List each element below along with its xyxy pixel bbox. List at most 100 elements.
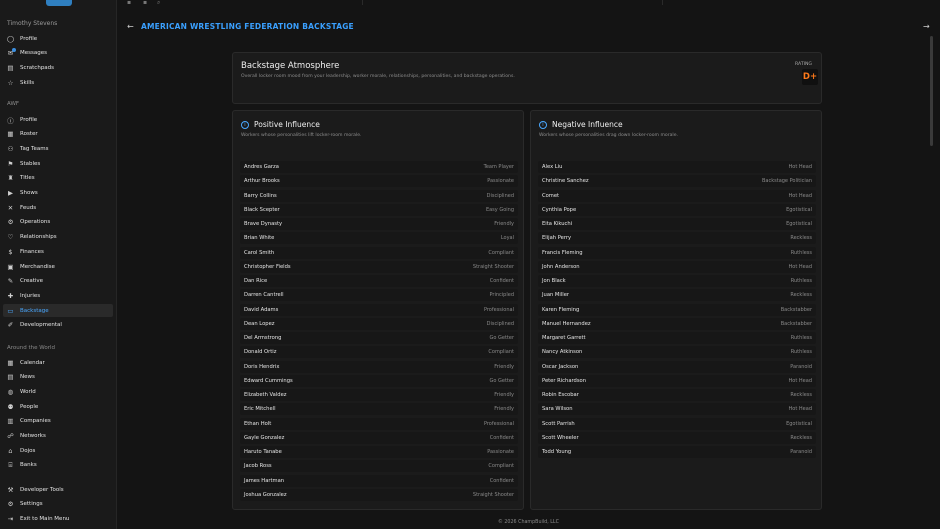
worker-name[interactable]: Eric Mitchell [244, 406, 276, 412]
worker-name[interactable]: Brian White [244, 235, 274, 241]
worker-name[interactable]: Robin Escobar [542, 392, 579, 398]
sidebar-item-scratchpads[interactable]: ▤ Scratchpads [3, 61, 113, 74]
worker-name[interactable]: Jacob Ross [244, 463, 272, 469]
worker-name[interactable]: Oscar Jackson [542, 364, 578, 370]
worker-row[interactable]: Jon Black Ruthless [538, 275, 816, 287]
sidebar-item-world[interactable]: ◍ World [3, 385, 113, 398]
sidebar-item-banks[interactable]: ⌸ Banks [3, 459, 113, 472]
worker-row[interactable]: Brave Dynasty Friendly [240, 218, 518, 230]
worker-name[interactable]: Karen Fleming [542, 307, 579, 313]
worker-name[interactable]: Eita Kikuchi [542, 221, 572, 227]
worker-name[interactable]: Gayle Gonzalez [244, 435, 284, 441]
worker-row[interactable]: Barry Collins Disciplined [240, 189, 518, 202]
worker-row[interactable]: Scott Wheeler Reckless [538, 431, 816, 444]
worker-name[interactable]: Arthur Brooks [244, 178, 280, 184]
worker-name[interactable]: Jon Black [542, 278, 566, 284]
sidebar-item-skills[interactable]: ☆ Skills [3, 76, 113, 89]
worker-row[interactable]: Margaret Garrett Ruthless [538, 332, 816, 344]
worker-name[interactable]: Scott Wheeler [542, 435, 579, 441]
sidebar-item-merchandise[interactable]: ▣ Merchandise [3, 260, 113, 273]
worker-name[interactable]: David Adams [244, 307, 278, 313]
worker-row[interactable]: Robin Escobar Reckless [538, 389, 816, 401]
worker-name[interactable]: Comet [542, 193, 559, 199]
worker-name[interactable]: Christine Sanchez [542, 178, 589, 184]
sidebar-item-shows[interactable]: ▶ Shows [3, 187, 113, 200]
arrow-right-icon[interactable]: → [923, 22, 930, 31]
sidebar-item-backstage[interactable]: ▭ Backstage [3, 304, 113, 318]
worker-name[interactable]: Alex Liu [542, 164, 562, 170]
worker-row[interactable]: Doris Hendrix Friendly [240, 360, 518, 373]
worker-row[interactable]: Dean Lopez Disciplined [240, 317, 518, 330]
sidebar-item-calendar[interactable]: ▦ Calendar [3, 356, 113, 369]
worker-name[interactable]: Ethan Holt [244, 421, 271, 427]
sidebar-item-roster[interactable]: ▦ Roster [3, 128, 113, 141]
worker-name[interactable]: Sara Wilson [542, 406, 573, 412]
worker-name[interactable]: Black Scepter [244, 207, 280, 213]
worker-row[interactable]: Darren Cantrell Principled [240, 289, 518, 302]
worker-row[interactable]: Eric Mitchell Friendly [240, 403, 518, 416]
sidebar-item-profile[interactable]: ◯ Profile [3, 32, 113, 45]
worker-row[interactable]: Black Scepter Easy Going [240, 203, 518, 216]
worker-row[interactable]: Dan Rice Confident [240, 275, 518, 287]
sidebar-item-people[interactable]: ⚉ People [3, 400, 113, 413]
sidebar-item-stables[interactable]: ⚑ Stables [3, 157, 113, 170]
sidebar-item-networks[interactable]: ☍ Networks [3, 430, 113, 443]
worker-name[interactable]: Barry Collins [244, 193, 277, 199]
worker-row[interactable]: Karen Fleming Backstabber [538, 303, 816, 316]
calendar-icon[interactable]: ▪ [143, 0, 147, 6]
worker-row[interactable]: Ethan Holt Professional [240, 417, 518, 430]
worker-name[interactable]: Cynthia Pope [542, 207, 576, 213]
worker-row[interactable]: Elizabeth Valdez Friendly [240, 389, 518, 401]
worker-row[interactable]: Francis Fleming Ruthless [538, 246, 816, 259]
search-icon[interactable]: ⌕ [157, 0, 160, 7]
worker-name[interactable]: Dan Rice [244, 278, 267, 284]
worker-name[interactable]: Todd Young [542, 449, 571, 455]
worker-name[interactable]: Brave Dynasty [244, 221, 282, 227]
worker-row[interactable]: Peter Richardson Hot Head [538, 374, 816, 387]
worker-name[interactable]: Dean Lopez [244, 321, 274, 327]
sidebar-item-profile[interactable]: ⓘ Profile [3, 113, 113, 126]
worker-row[interactable]: Scott Parrish Egotistical [538, 417, 816, 430]
sidebar-item-news[interactable]: ▤ News [3, 371, 113, 384]
worker-name[interactable]: Joshua Gonzalez [244, 492, 287, 498]
worker-name[interactable]: Scott Parrish [542, 421, 575, 427]
worker-row[interactable]: Donald Ortiz Compliant [240, 346, 518, 359]
worker-row[interactable]: Oscar Jackson Paranoid [538, 360, 816, 373]
worker-row[interactable]: Jacob Ross Compliant [240, 460, 518, 473]
worker-name[interactable]: Manuel Hernandez [542, 321, 591, 327]
worker-row[interactable]: Christopher Fields Straight Shooter [240, 260, 518, 273]
worker-row[interactable]: Manuel Hernandez Backstabber [538, 317, 816, 330]
sidebar-item-titles[interactable]: ♜ Titles [3, 172, 113, 185]
arrow-left-icon[interactable]: ← [127, 22, 134, 31]
worker-row[interactable]: James Hartman Confident [240, 474, 518, 487]
sidebar-item-operations[interactable]: ⚙ Operations [3, 216, 113, 229]
worker-name[interactable]: Elijah Perry [542, 235, 571, 241]
sidebar-item-dojos[interactable]: ⌂ Dojos [3, 444, 113, 457]
worker-row[interactable]: Juan Miller Reckless [538, 289, 816, 302]
sidebar-item-companies[interactable]: ▥ Companies [3, 415, 113, 428]
worker-name[interactable]: Edward Cummings [244, 378, 293, 384]
worker-row[interactable]: Joshua Gonzalez Straight Shooter [240, 488, 518, 501]
menu-icon[interactable]: ▪ [127, 0, 131, 6]
worker-name[interactable]: Del Armstrong [244, 335, 281, 341]
worker-row[interactable]: Cynthia Pope Egotistical [538, 203, 816, 216]
scrollbar[interactable] [930, 36, 933, 146]
sidebar-item-exit-to-main-menu[interactable]: ⇥ Exit to Main Menu [3, 512, 113, 525]
worker-name[interactable]: Darren Cantrell [244, 292, 284, 298]
worker-row[interactable]: Del Armstrong Go Getter [240, 332, 518, 344]
sidebar-item-developmental[interactable]: ✐ Developmental [3, 319, 113, 332]
worker-row[interactable]: Andres Garza Team Player [240, 161, 518, 173]
worker-name[interactable]: John Anderson [542, 264, 580, 270]
worker-name[interactable]: Peter Richardson [542, 378, 586, 384]
worker-name[interactable]: James Hartman [244, 478, 284, 484]
worker-row[interactable]: Haruto Tanabe Passionate [240, 446, 518, 458]
sidebar-item-tag-teams[interactable]: ⚇ Tag Teams [3, 142, 113, 155]
sidebar-item-developer-tools[interactable]: ⚒ Developer Tools [3, 483, 113, 496]
worker-row[interactable]: Gayle Gonzalez Confident [240, 431, 518, 444]
worker-row[interactable]: Comet Hot Head [538, 189, 816, 202]
worker-name[interactable]: Christopher Fields [244, 264, 291, 270]
sidebar-item-relationships[interactable]: ♡ Relationships [3, 231, 113, 244]
worker-name[interactable]: Juan Miller [542, 292, 569, 298]
worker-row[interactable]: Todd Young Paranoid [538, 446, 816, 458]
sidebar-item-settings[interactable]: ⚙ Settings [3, 498, 113, 511]
